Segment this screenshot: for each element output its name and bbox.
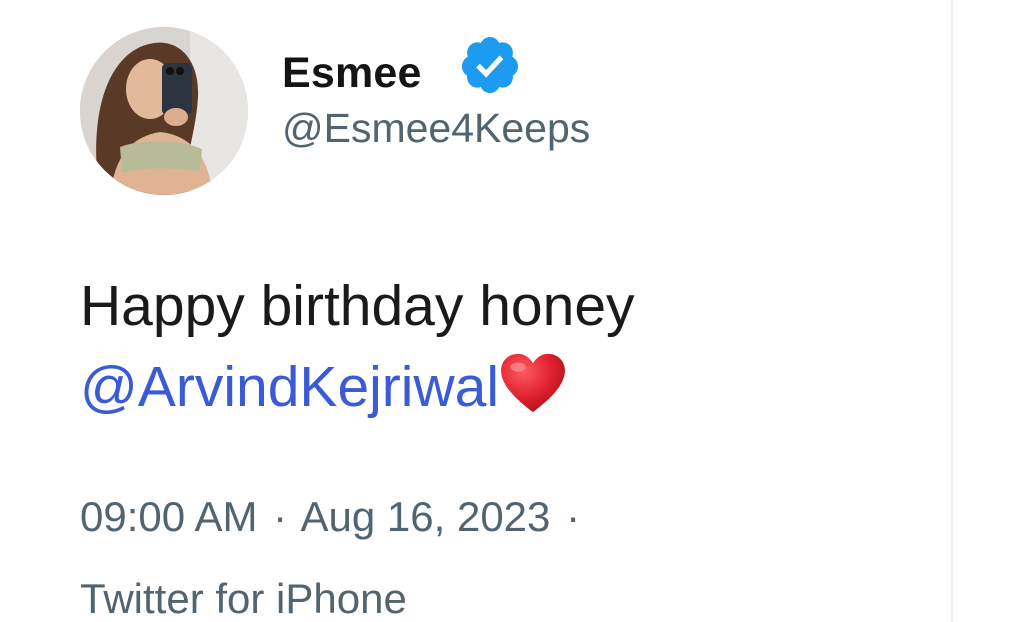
tweet-source[interactable]: Twitter for iPhone	[80, 578, 407, 620]
user-handle[interactable]: @Esmee4Keeps	[282, 108, 590, 149]
tweet-text-line: Happy birthday honey	[80, 274, 635, 338]
tweet-text-line-2: @ArvindKejriwal	[80, 347, 900, 428]
tweet-time: 09:00 AM	[80, 493, 258, 540]
verified-badge-icon	[461, 37, 518, 93]
tweet-card: Esmee @Esmee4Keeps Happy birthday honey …	[0, 0, 1024, 622]
mention-link[interactable]: @ArvindKejriwal	[80, 355, 499, 419]
display-name[interactable]: Esmee	[282, 52, 422, 95]
avatar[interactable]	[80, 27, 248, 195]
tweet-date: Aug 16, 2023	[300, 493, 551, 540]
avatar-image	[80, 27, 248, 195]
separator-dot-2: ·	[566, 493, 581, 540]
card-border	[951, 0, 953, 622]
heart-icon	[501, 353, 565, 413]
separator-dot: ·	[273, 493, 288, 540]
tweet-text: Happy birthday honey @ArvindKejriwal	[80, 266, 900, 428]
tweet-timestamp[interactable]: 09:00 AM · Aug 16, 2023 ·	[80, 496, 584, 538]
